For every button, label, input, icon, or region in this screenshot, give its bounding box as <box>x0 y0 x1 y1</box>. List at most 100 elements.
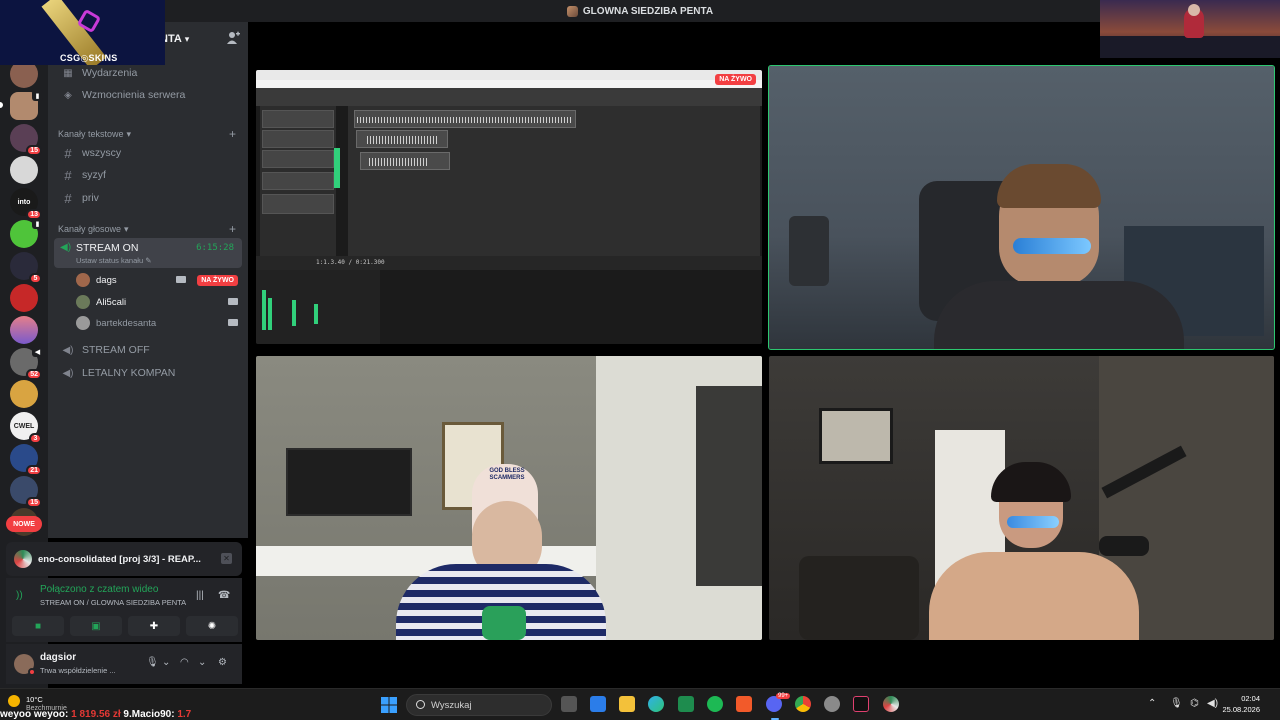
server-icon-13[interactable]: 21 <box>10 444 42 476</box>
camera-button[interactable]: ■ <box>12 616 64 636</box>
server-icon-12[interactable]: CWEL 3 <box>10 412 42 444</box>
server-icon-5[interactable]: into 13 <box>10 188 42 220</box>
category-text-channels[interactable]: Kanały tekstowe ▾ + <box>54 126 242 142</box>
server-icon-3[interactable]: 15 <box>10 124 42 156</box>
server-icon-11[interactable] <box>10 380 38 408</box>
channel-priv[interactable]: # priv <box>54 187 242 209</box>
microphone-shape <box>1099 536 1149 556</box>
voice-location[interactable]: STREAM ON / GLOWNA SIEDZIBA PENTA <box>40 598 186 607</box>
settings-gear-icon[interactable]: ⚙ <box>218 657 227 668</box>
daw-arrange-view <box>348 106 760 256</box>
new-servers-badge[interactable]: NOWE <box>6 516 42 532</box>
server-icon-9[interactable] <box>10 316 38 344</box>
video-tile-cam2[interactable]: GOD BLESS SCAMMERS <box>256 356 762 640</box>
add-channel-icon[interactable]: + <box>229 127 236 141</box>
close-icon[interactable]: ✕ <box>221 553 232 564</box>
server-icon-4[interactable] <box>10 156 38 184</box>
daw-track <box>262 130 334 148</box>
set-channel-status[interactable]: Ustaw status kanału ✎ <box>76 256 152 265</box>
activity-title: eno-consolidated [proj 3/3] - REAP... <box>38 553 201 565</box>
channel-wszyscy[interactable]: # wszyscy <box>54 142 242 164</box>
video-tile-cam3[interactable] <box>769 356 1274 640</box>
daw-toolbar <box>256 88 762 106</box>
video-tile-cam1[interactable] <box>768 65 1275 350</box>
spotify-icon[interactable] <box>707 696 723 712</box>
screen-share-tile[interactable]: 1:1.3.40 / 0:21.300 NA ŻYWO <box>256 70 762 344</box>
volume-icon[interactable]: ◀) <box>1207 698 1218 709</box>
menu-events[interactable]: ▦ Wydarzenia <box>54 62 242 84</box>
voice-user-ali5cali[interactable]: Ali5cali <box>76 292 240 312</box>
xbox-icon[interactable] <box>678 696 694 712</box>
app-icon <box>14 550 32 568</box>
chevron-down-icon[interactable]: ⌄ <box>198 657 206 668</box>
windows-start-icon[interactable] <box>381 697 397 713</box>
daw-meter <box>268 298 272 330</box>
chevron-down-icon[interactable]: ⌄ <box>162 657 170 668</box>
activities-button[interactable]: ✚ <box>128 616 180 636</box>
channel-syzyf[interactable]: # syzyf <box>54 164 242 186</box>
server-icon-6[interactable]: ▮ <box>10 218 43 248</box>
screen-share-button[interactable]: ▣ <box>70 616 122 636</box>
taskbar-clock[interactable]: 02:04 25.08.2026 <box>1222 693 1260 715</box>
task-view-icon[interactable] <box>561 696 577 712</box>
add-user-icon[interactable] <box>226 31 240 45</box>
server-icon-2[interactable]: ▮ <box>10 90 43 120</box>
brave-icon[interactable] <box>736 696 752 712</box>
disconnect-icon[interactable]: ☎ <box>218 590 230 601</box>
avatar <box>76 273 90 287</box>
reaper-icon[interactable] <box>883 696 899 712</box>
channel-label: wszyscy <box>82 147 122 159</box>
voice-channel-name: LETALNY KOMPAN <box>82 367 176 379</box>
microphone-icon[interactable]: 🎙 <box>146 657 159 668</box>
avatar <box>76 295 90 309</box>
network-icon[interactable]: ⌬ <box>1190 698 1199 709</box>
voice-timer: 6:15:28 <box>196 243 234 253</box>
voice-channel-stream-off[interactable]: ◀) STREAM OFF <box>54 339 242 361</box>
file-explorer-icon[interactable] <box>619 696 635 712</box>
tiktok-icon[interactable] <box>853 696 869 712</box>
edge-icon[interactable] <box>648 696 664 712</box>
voice-connected-label: Połączono z czatem wideo <box>40 584 159 595</box>
voice-channel-name: STREAM OFF <box>82 344 150 356</box>
chrome-icon[interactable] <box>795 696 811 712</box>
sunglasses-shape <box>1013 238 1091 254</box>
menu-boosts[interactable]: ◈ Wzmocnienia serwera <box>54 84 242 106</box>
microphone-icon[interactable]: 🎙 <box>1170 698 1183 709</box>
voice-channel-letalny-kompan[interactable]: ◀) LETALNY KOMPAN <box>54 362 242 384</box>
server-icon-7[interactable]: 5 <box>10 252 42 284</box>
username[interactable]: dagsior <box>40 652 76 663</box>
search-icon <box>416 700 425 709</box>
server-icon-8[interactable] <box>10 284 38 312</box>
signal-icon: )) <box>16 590 23 601</box>
daw-time-display: 1:1.3.40 / 0:21.300 <box>316 259 385 266</box>
taskbar-search[interactable]: Wyszukaj <box>406 694 552 716</box>
user-panel: dagsior Trwa współdzielenie ... 🎙 ⌄ ◠ ⌄ … <box>6 644 242 684</box>
live-badge: NA ŻYWO <box>715 74 756 85</box>
chevron-up-icon[interactable]: ⌃ <box>1148 698 1156 709</box>
voice-user-dags[interactable]: dags NA ŻYWO <box>76 270 240 290</box>
soundboard-button[interactable]: ✺ <box>186 616 238 636</box>
server-icon-10[interactable]: ◀ 52 <box>10 346 43 380</box>
noise-suppression-icon[interactable]: ||| <box>196 590 204 601</box>
category-voice-channels[interactable]: Kanały głosowe ▾ + <box>54 221 242 237</box>
channel-sidebar: NTA ▾ ▦ Wydarzenia ◈ Wzmocnienia serwera… <box>48 22 248 538</box>
boost-icon: ◈ <box>64 89 72 101</box>
daw-waveform <box>367 136 437 144</box>
voice-user-bartekdesanta[interactable]: bartekdesanta <box>76 313 240 333</box>
daw-clip <box>356 130 448 148</box>
cap-text: GOD BLESS SCAMMERS <box>489 468 525 481</box>
daw-vu-meter <box>334 148 340 188</box>
store-icon[interactable] <box>590 696 606 712</box>
activity-card[interactable]: eno-consolidated [proj 3/3] - REAP... ✕ <box>6 542 242 576</box>
app-icon[interactable] <box>824 696 840 712</box>
shirt-logo-shape <box>482 606 526 640</box>
clock-date: 25.08.2026 <box>1222 705 1260 714</box>
headphones-icon[interactable]: ◠ <box>180 657 189 668</box>
add-channel-icon[interactable]: + <box>229 222 236 236</box>
category-label: Kanały tekstowe <box>58 129 124 139</box>
server-icon-14[interactable]: 15 <box>10 476 42 508</box>
server-label: CWEL <box>13 422 35 430</box>
voice-channel-stream-on[interactable]: ◀) STREAM ON 6:15:28 Ustaw status kanału… <box>54 238 242 268</box>
person-body-shape <box>929 552 1139 640</box>
mention-badge: 3 <box>29 433 42 444</box>
